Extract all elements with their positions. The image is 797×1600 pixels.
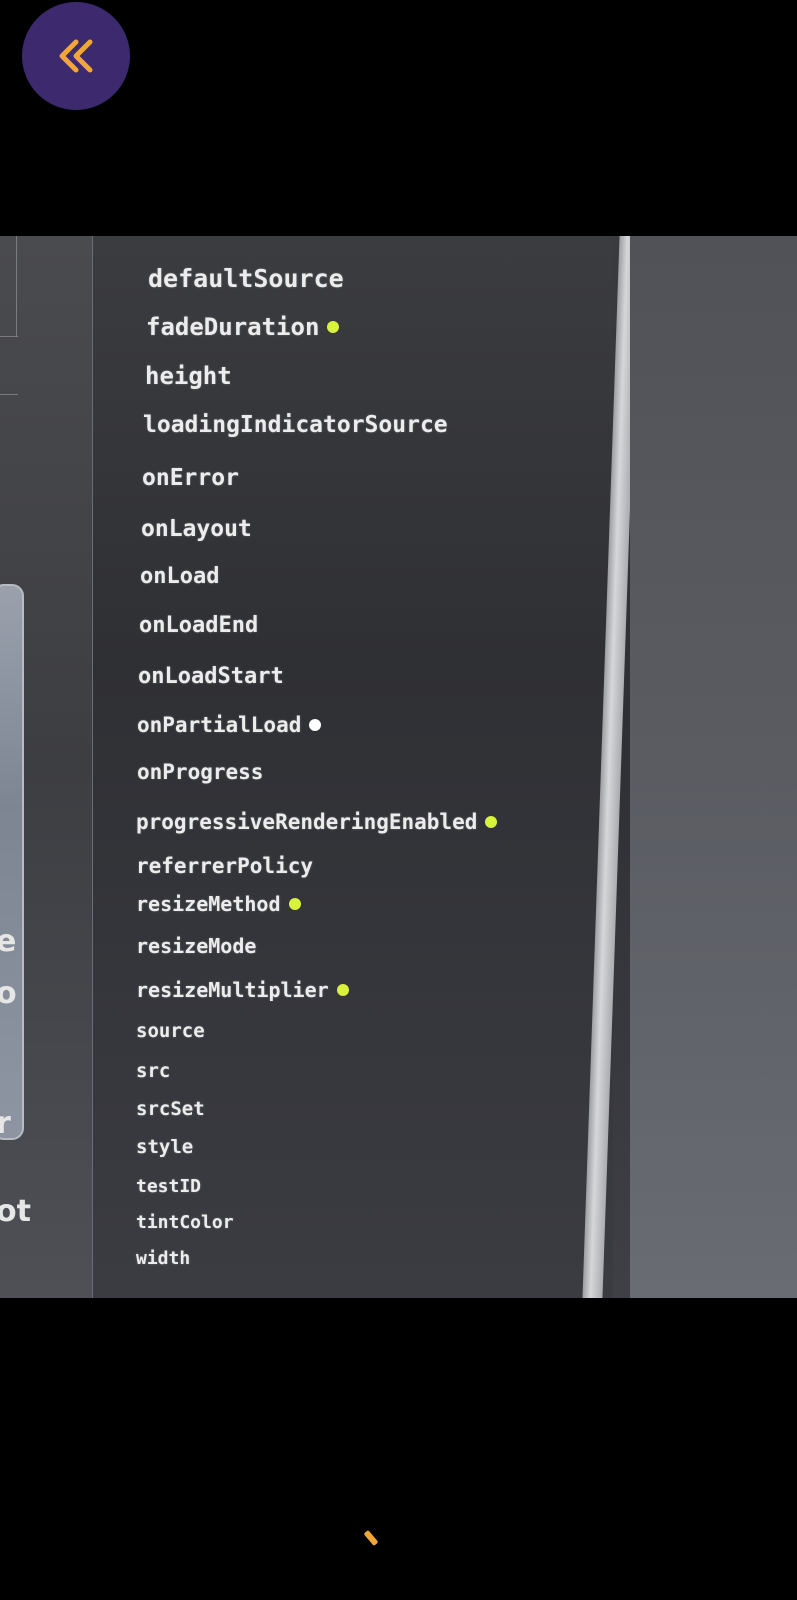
prop-label: srcSet [136, 1098, 205, 1120]
prop-item-progressiverenderingenabled[interactable]: progressiveRenderingEnabled [136, 810, 498, 834]
prop-item-height[interactable]: height [145, 362, 232, 390]
prop-item-loadingindicatorsource[interactable]: loadingIndicatorSource [143, 412, 448, 438]
prop-item-fadeduration[interactable]: fadeDuration [146, 313, 340, 341]
prop-item-resizemode[interactable]: resizeMode [136, 934, 256, 958]
prop-item-onload[interactable]: onLoad [140, 564, 219, 589]
status-dot-icon [288, 898, 301, 910]
prop-label: progressiveRenderingEnabled [136, 810, 478, 834]
panel-divider [0, 394, 18, 395]
prop-item-onpartialload[interactable]: onPartialLoad [137, 713, 322, 737]
edge-text: r [0, 1106, 11, 1141]
prop-label: resizeMultiplier [136, 978, 329, 1002]
double-chevron-left-icon [59, 39, 93, 73]
monitor-photo: e o r ot defaultSource fadeDuration height… [0, 236, 797, 1298]
prop-item-onlayout[interactable]: onLayout [141, 516, 252, 542]
panel-divider [0, 336, 18, 337]
prop-label: width [136, 1248, 191, 1269]
prop-item-resizemultiplier[interactable]: resizeMultiplier [136, 978, 349, 1002]
panel-divider [16, 236, 17, 336]
prop-label: loadingIndicatorSource [143, 412, 448, 438]
prop-label: onLoadStart [138, 664, 284, 689]
prop-item-onloadstart[interactable]: onLoadStart [138, 664, 284, 689]
edge-text: o [0, 976, 17, 1011]
prop-item-referrerpolicy[interactable]: referrerPolicy [136, 854, 313, 878]
prop-label: onLayout [141, 516, 252, 542]
left-panel: e o r ot [0, 236, 94, 1298]
prop-label: fadeDuration [146, 313, 320, 341]
back-button[interactable] [22, 2, 130, 110]
prop-label: resizeMethod [136, 892, 281, 916]
prop-label: tintColor [136, 1212, 234, 1233]
status-dot-icon [485, 816, 498, 828]
prop-label: src [136, 1060, 171, 1082]
prop-label: testID [136, 1176, 202, 1197]
status-dot-icon [327, 321, 340, 333]
prop-item-defaultsource[interactable]: defaultSource [148, 264, 344, 293]
prop-label: onLoadEnd [139, 613, 259, 638]
prop-item-style[interactable]: style [136, 1136, 193, 1158]
prop-label: onProgress [137, 760, 264, 784]
prop-item-tintcolor[interactable]: tintColor [136, 1212, 234, 1233]
right-panel [630, 236, 797, 1298]
prop-item-testid[interactable]: testID [136, 1176, 201, 1197]
cursor-mark [363, 1529, 379, 1547]
prop-label: referrerPolicy [136, 854, 314, 878]
prop-item-onerror[interactable]: onError [142, 465, 239, 491]
image-thumbnail [0, 584, 24, 1140]
prop-item-src[interactable]: src [136, 1060, 170, 1082]
prop-label: style [136, 1136, 194, 1158]
prop-item-onloadend[interactable]: onLoadEnd [139, 613, 258, 638]
edge-text: e [0, 924, 17, 959]
edge-text: ot [0, 1194, 31, 1229]
prop-label: onError [142, 465, 239, 491]
prop-item-onprogress[interactable]: onProgress [137, 760, 263, 784]
prop-label: onLoad [140, 564, 220, 589]
prop-item-source[interactable]: source [136, 1020, 205, 1042]
prop-item-width[interactable]: width [136, 1248, 190, 1269]
prop-item-resizemethod[interactable]: resizeMethod [136, 892, 301, 916]
status-dot-icon [309, 719, 322, 731]
prop-item-srcset[interactable]: srcSet [136, 1098, 205, 1120]
prop-label: height [145, 362, 232, 390]
status-dot-icon [336, 984, 349, 996]
prop-label: defaultSource [148, 264, 344, 293]
prop-label: onPartialLoad [137, 713, 302, 737]
prop-label: source [136, 1020, 205, 1042]
prop-label: resizeMode [136, 934, 257, 958]
